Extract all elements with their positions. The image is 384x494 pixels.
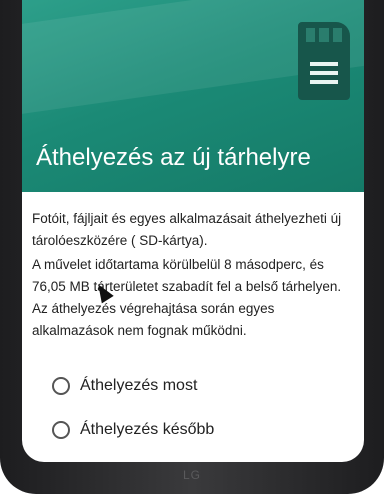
sd-card-icon: [298, 22, 350, 100]
description-text-2: A művelet időtartama körülbelül 8 másodp…: [32, 257, 342, 338]
dialog-header: Áthelyezés az új tárhelyre: [22, 0, 364, 192]
radio-button-icon[interactable]: [52, 377, 70, 395]
dialog-content: Fotóit, fájljait és egyes alkalmazásait …: [32, 208, 357, 342]
description-text-1: Fotóit, fájljait és egyes alkalmazásait …: [32, 211, 342, 248]
move-now-option[interactable]: Áthelyezés most: [52, 373, 342, 399]
dialog-title: Áthelyezés az új tárhelyre: [36, 144, 311, 171]
screen: Áthelyezés az új tárhelyre Fotóit, fájlj…: [22, 0, 364, 462]
move-later-option[interactable]: Áthelyezés később: [52, 417, 342, 443]
device-brand-logo: LG: [182, 468, 201, 482]
move-later-label: Áthelyezés később: [80, 421, 215, 438]
radio-button-icon[interactable]: [52, 421, 70, 439]
move-now-label: Áthelyezés most: [80, 377, 198, 394]
